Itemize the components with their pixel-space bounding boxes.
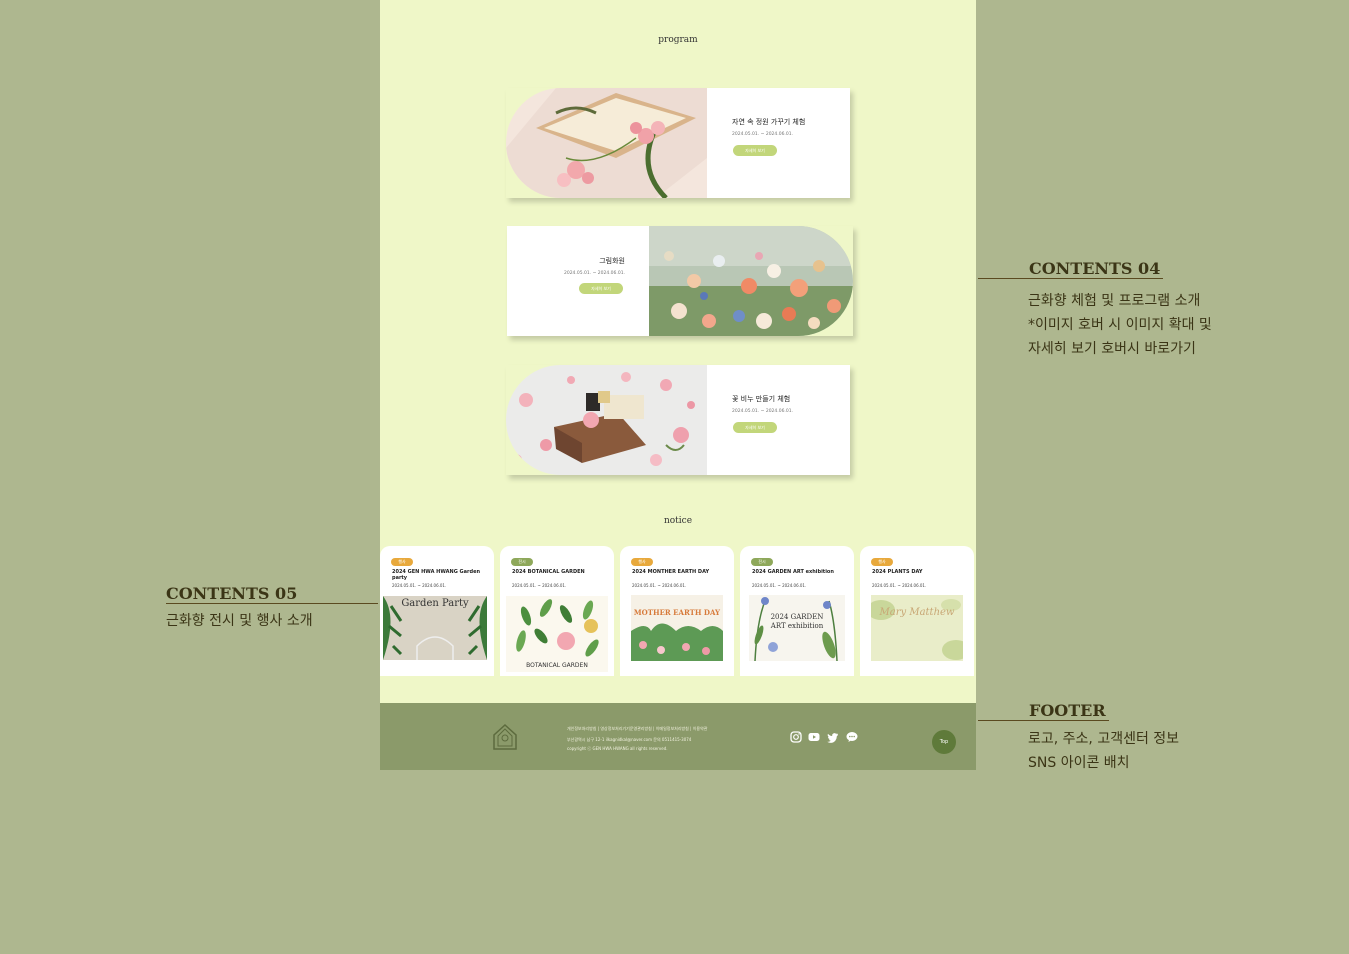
annotation-line — [978, 278, 1163, 279]
annotation-footer-line: 로고, 주소, 고객센터 정보 — [1028, 731, 1180, 747]
program-card-title: 그림화원 — [599, 257, 625, 265]
program-card[interactable]: 자연 속 정원 가꾸기 체험 2024.05.01. ~ 2024.06.01.… — [506, 88, 850, 198]
annotation-line — [978, 720, 1109, 721]
annotation-footer-title: FOOTER — [1029, 701, 1106, 720]
notice-card[interactable]: 행사 2024 GEN HWA HWANG Garden party 2024.… — [380, 546, 494, 676]
notice-card-image[interactable]: Garden Party — [383, 596, 487, 660]
notice-image-text: MOTHER EARTH DAY — [633, 608, 721, 617]
notice-card[interactable]: 행사 2024 PLANTS DAY 2024.05.01. ~ 2024.06… — [860, 546, 974, 676]
instagram-icon[interactable] — [790, 731, 802, 743]
annotation-contents05-title: CONTENTS 05 — [166, 584, 298, 603]
footer: 개인정보처리방침 | 영상정보처리기기운영관리방침 | 이메일정보처리방침 | … — [380, 703, 976, 770]
scroll-top-button[interactable]: Top — [932, 730, 956, 754]
notice-card-title: 2024 GEN HWA HWANG Garden party — [392, 569, 481, 581]
notice-card-date: 2024.05.01. ~ 2024.06.01. — [752, 583, 807, 588]
notice-badge: 전시 — [751, 558, 773, 566]
program-card-info: 꽃 비누 만들기 체험 2024.05.01. ~ 2024.06.01. 자세… — [707, 365, 850, 475]
page-canvas: program 자연 속 정원 가꾸기 체험 2024.05.01. ~ 202… — [380, 0, 976, 703]
notice-card-title: 2024 MONTHER EARTH DAY — [632, 569, 710, 575]
notice-card-title: 2024 BOTANICAL GARDEN — [512, 569, 585, 575]
program-card-image[interactable] — [506, 88, 707, 198]
notice-card-date: 2024.05.01. ~ 2024.06.01. — [392, 583, 447, 588]
annotation-contents04-line: 자세히 보기 호버시 바로가기 — [1028, 341, 1196, 357]
program-card-image[interactable] — [506, 365, 707, 475]
notice-card-date: 2024.05.01. ~ 2024.06.01. — [872, 583, 927, 588]
program-card-image[interactable] — [649, 226, 853, 336]
twitter-icon[interactable] — [827, 731, 839, 743]
notice-image-text: Garden Party — [401, 598, 469, 609]
program-card-date: 2024.05.01. ~ 2024.06.01. — [563, 271, 625, 276]
annotation-contents04-line: 근화향 체험 및 프로그램 소개 — [1028, 293, 1201, 309]
program-card-title: 자연 속 정원 가꾸기 체험 — [732, 118, 806, 126]
program-card-date: 2024.05.01. ~ 2024.06.01. — [732, 132, 794, 137]
program-card-info: 자연 속 정원 가꾸기 체험 2024.05.01. ~ 2024.06.01.… — [707, 88, 850, 198]
footer-copyright: copyright ⓒ GEN HWA HWANG all rights res… — [567, 746, 668, 751]
notice-card-date: 2024.05.01. ~ 2024.06.01. — [632, 583, 687, 588]
notice-card-title: 2024 PLANTS DAY — [872, 569, 923, 575]
notice-image-text: BOTANICAL GARDEN — [526, 662, 588, 669]
notice-section-title: notice — [663, 516, 693, 526]
program-card-title: 꽃 비누 만들기 체험 — [732, 395, 791, 403]
youtube-icon[interactable] — [808, 731, 820, 743]
notice-card-image[interactable]: 2024 GARDEN ART exhibition — [749, 595, 845, 661]
notice-card-image[interactable]: Mary Matthew — [871, 595, 963, 661]
notice-card-image[interactable]: BOTANICAL GARDEN — [506, 596, 608, 672]
detail-button[interactable]: 자세히 보기 — [733, 422, 777, 433]
annotation-contents05-line: 근화향 전시 및 행사 소개 — [166, 613, 313, 629]
program-section-title: program — [658, 35, 698, 45]
annotation-contents04-title: CONTENTS 04 — [1029, 259, 1161, 278]
notice-card-image[interactable]: MOTHER EARTH DAY — [631, 595, 723, 661]
annotation-footer-line: SNS 아이콘 배치 — [1028, 755, 1130, 771]
notice-card[interactable]: 전시 2024 GARDEN ART exhibition 2024.05.01… — [740, 546, 854, 676]
program-card-date: 2024.05.01. ~ 2024.06.01. — [732, 409, 794, 414]
logo-icon[interactable] — [492, 723, 518, 751]
detail-button[interactable]: 자세히 보기 — [579, 283, 623, 294]
notice-card[interactable]: 행사 2024 MONTHER EARTH DAY 2024.05.01. ~ … — [620, 546, 734, 676]
notice-badge: 행사 — [391, 558, 413, 566]
notice-badge: 행사 — [631, 558, 653, 566]
notice-badge: 전시 — [511, 558, 533, 566]
detail-button[interactable]: 자세히 보기 — [733, 145, 777, 156]
notice-badge: 행사 — [871, 558, 893, 566]
notice-image-text: Mary Matthew — [879, 607, 955, 618]
annotation-line — [166, 603, 378, 604]
program-card[interactable]: 그림화원 2024.05.01. ~ 2024.06.01. 자세히 보기 — [507, 226, 853, 336]
program-card[interactable]: 꽃 비누 만들기 체험 2024.05.01. ~ 2024.06.01. 자세… — [506, 365, 850, 475]
chat-icon[interactable] — [846, 731, 858, 743]
footer-policy-links[interactable]: 개인정보처리방침 | 영상정보처리기기운영관리방침 | 이메일정보처리방침 | … — [567, 726, 707, 732]
notice-image-text: 2024 GARDEN ART exhibition — [770, 613, 824, 630]
notice-card-title: 2024 GARDEN ART exhibition — [752, 569, 834, 575]
annotation-contents04-line: *이미지 호버 시 이미지 확대 및 — [1028, 317, 1212, 333]
notice-card-date: 2024.05.01. ~ 2024.06.01. — [512, 583, 567, 588]
footer-address: 부산광역시 남구 12-1 ilkagnidkal@naver.com 문의 0… — [567, 737, 692, 742]
program-card-info: 그림화원 2024.05.01. ~ 2024.06.01. 자세히 보기 — [507, 226, 649, 336]
notice-card[interactable]: 전시 2024 BOTANICAL GARDEN 2024.05.01. ~ 2… — [500, 546, 614, 676]
